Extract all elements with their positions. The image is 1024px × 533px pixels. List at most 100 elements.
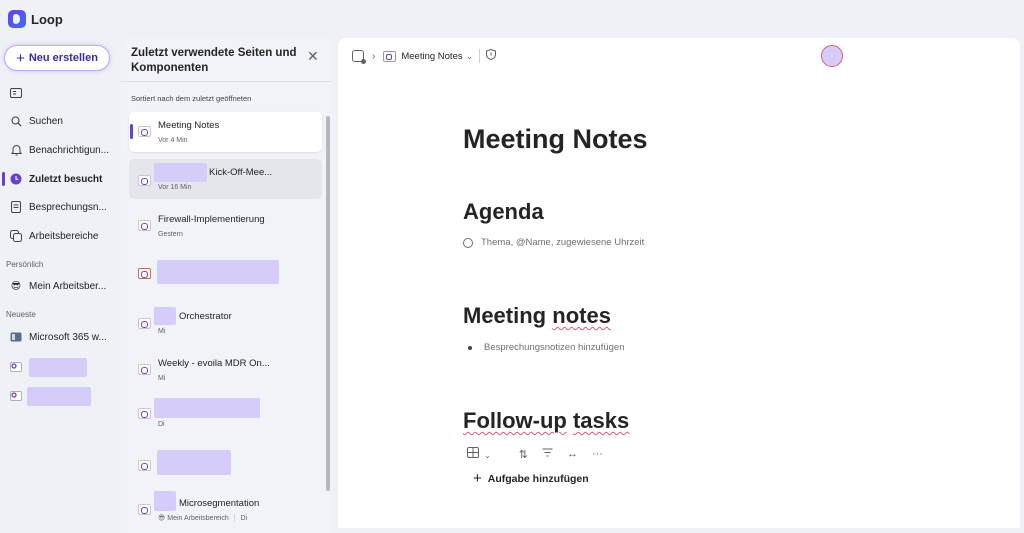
recent-item-weekly[interactable]: Weekly - evoila MDR On... Mi [129,350,322,390]
redacted-label [157,450,231,475]
nav-item-label: Arbeitsbereiche [29,230,99,242]
document-icon [138,268,151,279]
workspace-emoji-icon: 😎 [158,515,166,522]
redacted-label [154,491,176,511]
loop-page-icon [138,408,151,419]
new-button-label: Neu erstellen [28,52,98,64]
recent-item-kickoff[interactable]: Kick-Off-Mee... Vor 16 Min [129,159,322,199]
recent-item-orchestrator[interactable]: Orchestrator Mi [129,300,322,340]
follow-up-tasks-heading[interactable]: Follow-up tasks [463,408,629,434]
chevron-right-icon: › [372,50,376,62]
redacted-label [29,357,87,377]
loop-page-icon [138,175,151,186]
recent-item-meta: Mi [158,375,166,382]
clock-icon [10,173,22,185]
breadcrumb: › Meeting Notes ⌄ [352,48,497,64]
page-title[interactable]: Meeting Notes [463,124,648,155]
new-button[interactable]: + Neu erstellen [4,45,110,71]
title-bar: Loop [0,0,1024,38]
agenda-item[interactable]: Thema, @Name, zugewiesene Uhrzeit [463,237,644,248]
panel-icon [10,87,22,99]
workspace-icon[interactable] [352,50,366,64]
nav-item-search[interactable]: Suchen [0,110,116,132]
nav-item-microsoft-365[interactable]: Microsoft 365 w... [0,326,116,348]
nav-item-label: Besprechungsn... [29,201,107,213]
plus-icon: + [473,470,482,487]
nav-item-label: Mein Arbeitsber... [29,280,107,292]
recent-item-firewall[interactable]: Firewall-Implementierung Gestern [129,206,322,246]
recent-item-redacted[interactable]: Di [129,396,322,436]
nav-item-recent-redacted[interactable] [0,385,116,407]
redacted-label [154,163,207,182]
sort-icon[interactable]: ⇅ [519,448,528,461]
more-options-icon[interactable]: ··· [592,448,603,460]
nav-item-workspaces[interactable]: Arbeitsbereiche [0,225,116,247]
notes-bullet[interactable]: Besprechungsnotizen hinzufügen [468,342,625,353]
nav-item-my-workspace[interactable]: 😎 Mein Arbeitsber... [0,275,116,297]
workspace-icon [10,331,22,343]
recent-item-meta: 😎 Mein Arbeitsbereich | Di [158,514,247,522]
recent-item-meta: Vor 4 Min [158,137,188,144]
recent-pages-panel: Zuletzt verwendete Seiten und Komponente… [121,38,332,533]
left-navigation: + Neu erstellen Suchen Benachrichtigun..… [0,38,118,533]
nav-item-label: Microsoft 365 w... [29,331,107,343]
section-label-personal: Persönlich [6,260,44,269]
loop-page-icon [138,318,151,329]
nav-item-notifications[interactable]: Benachrichtigun... [0,139,116,161]
workspace-name: Mein Arbeitsbereich [167,515,229,522]
loop-page-icon [383,50,397,62]
add-task-button[interactable]: + Aufgabe hinzufügen [473,470,589,487]
heading-word-spellcheck: Follow-up [463,408,567,433]
recent-item-meeting-notes[interactable]: Meeting Notes Vor 4 Min [129,112,322,152]
loop-page-icon [138,504,151,515]
section-label-recent: Neueste [6,310,36,319]
recent-item-redacted[interactable] [129,446,322,486]
recent-item-title: Meeting Notes [158,120,220,131]
agenda-placeholder[interactable]: Thema, @Name, zugewiesene Uhrzeit [481,237,644,248]
recent-item-meta: Di [158,421,165,428]
nav-item-meeting-notes[interactable]: Besprechungsn... [0,196,116,218]
loop-page-icon [10,361,22,373]
meeting-notes-heading[interactable]: Meeting notes [463,303,611,329]
redacted-label [157,260,279,284]
recent-item-microsegmentation[interactable]: Microsegmentation 😎 Mein Arbeitsbereich … [129,490,322,530]
nav-item-label: Zuletzt besucht [29,173,103,185]
table-view-icon[interactable]: ⌄ [467,447,505,461]
recent-item-meta: Mi [158,328,166,335]
heading-word: Meeting [463,303,547,328]
chevron-down-icon[interactable]: ⌄ [466,51,474,62]
nav-item-toggle-panel[interactable] [0,82,116,104]
redacted-label [154,398,260,418]
nav-item-recent-redacted[interactable] [0,356,116,378]
loop-page-icon [10,390,22,402]
recent-item-title: Kick-Off-Mee... [209,167,273,178]
panel-title: Zuletzt verwendete Seiten und Komponente… [131,47,297,74]
recent-item-title: Weekly - evoila MDR On... [158,358,270,369]
panel-scrollbar[interactable] [326,116,330,491]
recent-item-redacted[interactable] [129,254,322,294]
nav-item-recently-visited[interactable]: Zuletzt besucht [0,168,116,190]
loop-page-icon [138,364,151,375]
recent-item-meta: Gestern [158,231,183,238]
redacted-label [27,386,91,406]
loop-page-icon [138,460,151,471]
workspaces-icon [10,230,22,242]
checkbox-icon[interactable] [463,237,473,248]
nav-item-label: Benachrichtigun... [29,144,110,156]
agenda-heading[interactable]: Agenda [463,199,544,225]
sort-label: Sortiert nach dem zuletzt geöffneten [131,94,252,103]
avatar[interactable] [821,45,843,67]
close-icon[interactable]: ✕ [307,48,319,65]
notes-icon [10,201,22,213]
loop-page-icon [138,126,151,137]
filter-icon[interactable] [542,448,553,460]
breadcrumb-page[interactable]: Meeting Notes [401,51,462,62]
redacted-label [154,307,176,325]
recent-item-title: Firewall-Implementierung [158,214,265,225]
recent-item-title: Microsegmentation [179,498,260,509]
notes-placeholder[interactable]: Besprechungsnotizen hinzufügen [484,342,625,353]
column-width-icon[interactable]: ↔ [567,448,578,460]
app-name: Loop [31,11,63,27]
shield-icon[interactable] [486,48,497,63]
bell-icon [10,144,22,156]
